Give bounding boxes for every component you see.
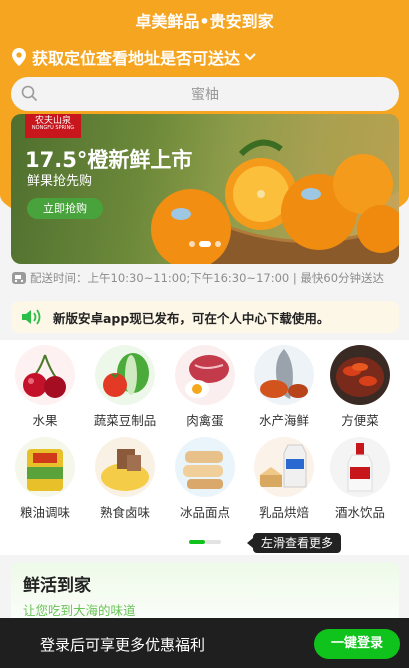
dairy-icon [254,437,314,497]
delivery-info: 配送时间：上午10:30~11:00;下午16:30~17:00 | 最快60分… [12,270,384,286]
pager-inactive [205,540,221,544]
category-item[interactable]: 乳品烘焙 [246,437,322,521]
login-prompt-text: 登录后可享更多优惠福利 [40,636,206,654]
carousel-dot [189,241,195,247]
vegetable-icon [95,345,155,405]
speaker-icon [22,309,41,325]
category-label: 酒水饮品 [334,505,385,520]
location-pin-icon [12,48,26,66]
crayfish-icon [330,345,390,405]
store-title: 卓美鲜品•贵安到家 [135,12,274,31]
liquor-icon [330,437,390,497]
category-label: 肉禽蛋 [186,413,224,428]
delivery-text: 配送时间：上午10:30~11:00;下午16:30~17:00 | 最快60分… [30,271,385,285]
category-item[interactable]: 肉禽蛋 [167,345,243,429]
pager-active [189,540,205,544]
meat-egg-icon [175,345,235,405]
section-subtitle: 让您吃到大海的味道 [23,603,136,618]
search-input[interactable]: 蜜柚 [11,77,399,111]
location-text: 获取定位查看地址是否可送达 [32,49,241,68]
announcement-text: 新版安卓app现已发布，可在个人中心下载使用。 [53,310,330,326]
search-icon [21,85,38,102]
cherry-icon [15,345,75,405]
bread-icon [175,437,235,497]
category-label: 水产海鲜 [258,413,309,428]
announcement-bar[interactable]: 新版安卓app现已发布，可在个人中心下载使用。 [11,301,399,333]
one-click-login-button[interactable]: 一键登录 [314,629,400,659]
brand-logo: 农夫山泉 NONGFU SPRING [25,114,81,138]
category-grid: 水果 蔬菜豆制品 肉禽蛋 水产海鲜 方便菜粮油调味 熟食卤味 冰品面点 乳品烘焙 酒水饮品 左滑… [0,340,409,555]
delivery-truck-icon [12,272,26,284]
carousel-indicator [189,241,221,247]
category-label: 方便菜 [341,413,379,428]
category-item[interactable]: 方便菜 [322,345,398,429]
section-title: 鲜活到家 [23,576,91,596]
category-label: 粮油调味 [19,505,70,520]
swipe-tip: 左滑查看更多 [246,533,342,553]
category-label: 蔬菜豆制品 [93,413,157,428]
category-item[interactable]: 冰品面点 [167,437,243,521]
chevron-down-icon [244,53,256,61]
carousel-dot [215,241,221,247]
category-item[interactable]: 蔬菜豆制品 [87,345,163,429]
category-label: 乳品烘焙 [258,505,309,520]
category-label: 冰品面点 [179,505,230,520]
search-placeholder: 蜜柚 [191,87,219,103]
buy-now-button[interactable]: 立即抢购 [27,198,103,219]
category-item[interactable]: 水果 [7,345,83,429]
seafood-icon [254,345,314,405]
carousel-dot-active [199,241,211,247]
category-label: 水果 [32,413,58,428]
category-item[interactable]: 熟食卤味 [87,437,163,521]
category-item[interactable]: 酒水饮品 [322,437,398,521]
banner-subtitle: 鲜果抢先购 [27,174,93,189]
promo-banner[interactable]: 农夫山泉 NONGFU SPRING 17.5°橙新鲜上市 鲜果抢先购 立即抢购 [11,114,399,264]
rice-bag-icon [15,437,75,497]
location-selector[interactable]: 获取定位查看地址是否可送达 [12,45,262,69]
category-pager [189,540,221,544]
login-prompt-bar: 登录后可享更多优惠福利 一键登录 [0,618,409,668]
category-item[interactable]: 水产海鲜 [246,345,322,429]
category-item[interactable]: 粮油调味 [7,437,83,521]
braised-food-icon [95,437,155,497]
category-label: 熟食卤味 [99,505,150,520]
